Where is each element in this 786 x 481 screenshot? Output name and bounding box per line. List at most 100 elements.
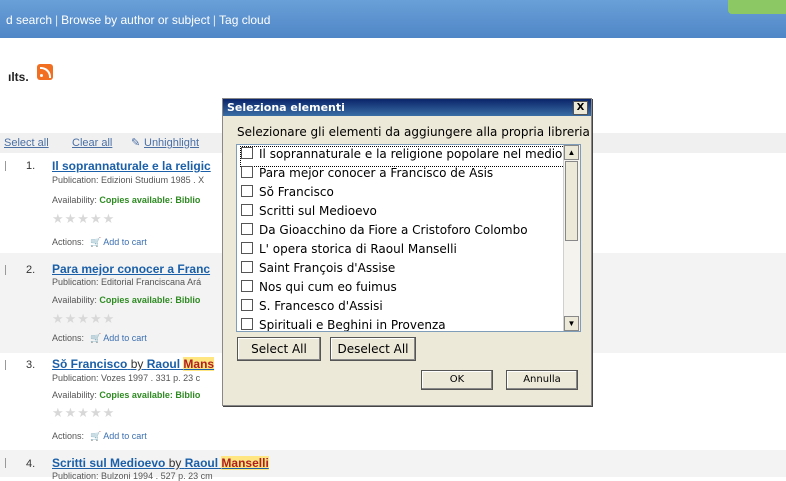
cart-icon: 🛒 bbox=[90, 237, 102, 247]
list-item[interactable]: L' opera storica di Raoul Manselli bbox=[241, 242, 457, 261]
actions-label: Actions: bbox=[52, 333, 85, 343]
highlighter-icon: ✎ bbox=[131, 137, 141, 149]
add-to-cart-link[interactable]: Add to cart bbox=[103, 431, 147, 441]
availability-value: Copies available: Biblio bbox=[99, 390, 201, 400]
header-tab[interactable] bbox=[728, 0, 786, 14]
author-link[interactable]: Raoul bbox=[185, 456, 218, 470]
deselect-all-button[interactable]: Deselect All bbox=[330, 337, 416, 361]
result-checkbox[interactable] bbox=[5, 458, 8, 468]
cart-icon: 🛒 bbox=[90, 333, 102, 343]
list-item[interactable]: Saint François d'Assise bbox=[241, 261, 395, 280]
close-icon[interactable]: X bbox=[573, 101, 588, 115]
scroll-down-arrow-icon[interactable]: ▼ bbox=[564, 316, 579, 331]
result-number: 2. bbox=[26, 264, 36, 276]
list-item-label: Scritti sul Medioevo bbox=[259, 204, 377, 218]
result-checkbox[interactable] bbox=[5, 161, 8, 171]
select-all-button[interactable]: Select All bbox=[237, 337, 321, 361]
author-link[interactable]: Raoul bbox=[147, 357, 180, 371]
by-label: by bbox=[168, 456, 182, 470]
select-items-dialog: Seleziona elementi X Selezionare gli ele… bbox=[222, 98, 592, 406]
add-to-cart-link[interactable]: Add to cart bbox=[103, 333, 147, 343]
result-number: 1. bbox=[26, 160, 36, 172]
result-title: Scritti sul Medioevo by Raoul Manselli bbox=[52, 456, 269, 470]
checkbox[interactable] bbox=[241, 280, 253, 292]
list-item-label: Spirituali e Beghini in Provenza bbox=[259, 318, 446, 332]
author-lastname-link[interactable]: Manselli bbox=[221, 456, 269, 470]
availability-label: Availability: bbox=[52, 295, 97, 305]
scrollbar-thumb[interactable] bbox=[565, 161, 578, 241]
result-item: 4. Scritti sul Medioevo by Raoul Mansell… bbox=[0, 450, 786, 481]
list-item[interactable]: Il soprannaturale e la religione popolar… bbox=[239, 146, 581, 167]
author-lastname-link[interactable]: Mans bbox=[183, 357, 215, 371]
checkbox[interactable] bbox=[241, 299, 253, 311]
cart-icon: 🛒 bbox=[90, 431, 102, 441]
result-actions: Actions: 🛒 Add to cart bbox=[52, 431, 147, 442]
result-publication: Publication: Bulzoni 1994 . 527 p. 23 cm bbox=[52, 471, 213, 481]
by-label: by bbox=[130, 357, 144, 371]
rating-stars-icon[interactable]: ★★★★★ bbox=[52, 311, 115, 327]
result-title: Sŏ Francisco by Raoul Mans bbox=[52, 357, 215, 371]
scroll-up-arrow-icon[interactable]: ▲ bbox=[564, 145, 579, 160]
availability-label: Availability: bbox=[52, 390, 97, 400]
result-title-link[interactable]: Para mejor conocer a Franc bbox=[52, 262, 210, 276]
nav-link-browse[interactable]: Browse by author or subject bbox=[61, 13, 210, 27]
top-navigation-bar: d search | Browse by author or subject | Tag… bbox=[0, 0, 786, 38]
checkbox[interactable] bbox=[241, 204, 253, 216]
rss-feed-icon[interactable] bbox=[37, 64, 53, 80]
list-item-label: S. Francesco d'Assisi bbox=[259, 299, 383, 313]
availability-value: Copies available: Biblio bbox=[99, 295, 201, 305]
result-number: 4. bbox=[26, 458, 36, 470]
result-title-link[interactable]: Scritti sul Medioevo bbox=[52, 456, 165, 470]
list-item[interactable]: Para mejor conocer a Francisco de Asis bbox=[241, 166, 493, 185]
dialog-title: Seleziona elementi bbox=[227, 101, 345, 114]
checkbox[interactable] bbox=[241, 166, 253, 178]
list-item[interactable]: Nos qui cum eo fuimus bbox=[241, 280, 397, 299]
list-item-label: L' opera storica di Raoul Manselli bbox=[259, 242, 457, 256]
availability-label: Availability: bbox=[52, 195, 97, 205]
list-item-label: Il soprannaturale e la religione popolar… bbox=[259, 147, 581, 161]
result-availability: Availability: Copies available: Biblio bbox=[52, 295, 200, 305]
list-item-label: Sŏ Francisco bbox=[259, 185, 334, 199]
result-title-link[interactable]: Sŏ Francisco bbox=[52, 357, 127, 371]
clear-all-link[interactable]: Clear all bbox=[72, 137, 112, 149]
result-availability: Availability: Copies available: Biblio bbox=[52, 390, 200, 400]
dialog-prompt: Selezionare gli elementi da aggiungere a… bbox=[237, 125, 590, 139]
unhighlight-link[interactable]: Unhighlight bbox=[144, 137, 199, 149]
list-item[interactable]: Spirituali e Beghini in Provenza bbox=[241, 318, 446, 332]
checkbox[interactable] bbox=[241, 261, 253, 273]
cancel-button[interactable]: Annulla bbox=[506, 370, 578, 390]
nav-link-advanced-search[interactable]: d search bbox=[6, 13, 52, 27]
result-availability: Availability: Copies available: Biblio bbox=[52, 195, 200, 205]
result-publication: Publication: Edizioni Studium 1985 . X bbox=[52, 175, 205, 185]
results-heading: ılts. bbox=[8, 70, 29, 84]
select-all-link[interactable]: Select all bbox=[4, 137, 49, 149]
list-item-label: Para mejor conocer a Francisco de Asis bbox=[259, 166, 494, 180]
dialog-title-bar[interactable]: Seleziona elementi X bbox=[223, 99, 591, 116]
checkbox[interactable] bbox=[241, 223, 253, 235]
list-item[interactable]: S. Francesco d'Assisi bbox=[241, 299, 383, 318]
rating-stars-icon[interactable]: ★★★★★ bbox=[52, 405, 115, 421]
items-listbox[interactable]: Il soprannaturale e la religione popolar… bbox=[236, 144, 581, 332]
list-item[interactable]: Da Gioacchino da Fiore a Cristoforo Colo… bbox=[241, 223, 528, 242]
checkbox[interactable] bbox=[241, 185, 253, 197]
list-item[interactable]: Scritti sul Medioevo bbox=[241, 204, 377, 223]
list-item-label: Nos qui cum eo fuimus bbox=[259, 280, 397, 294]
result-actions: Actions: 🛒 Add to cart bbox=[52, 333, 147, 344]
result-publication: Publication: Vozes 1997 . 331 p. 23 c bbox=[52, 373, 201, 383]
add-to-cart-link[interactable]: Add to cart bbox=[103, 237, 147, 247]
list-item[interactable]: Sŏ Francisco bbox=[241, 185, 334, 204]
checkbox[interactable] bbox=[241, 147, 253, 159]
list-item-label: Da Gioacchino da Fiore a Cristoforo Colo… bbox=[259, 223, 528, 237]
actions-label: Actions: bbox=[52, 237, 85, 247]
ok-button[interactable]: OK bbox=[421, 370, 493, 390]
result-publication: Publication: Editorial Franciscana Ará bbox=[52, 277, 202, 287]
result-checkbox[interactable] bbox=[5, 360, 8, 370]
rating-stars-icon[interactable]: ★★★★★ bbox=[52, 211, 115, 227]
listbox-scrollbar[interactable]: ▲ ▼ bbox=[563, 145, 580, 331]
nav-link-tag-cloud[interactable]: Tag cloud bbox=[219, 13, 270, 27]
checkbox[interactable] bbox=[241, 318, 253, 330]
result-number: 3. bbox=[26, 359, 36, 371]
checkbox[interactable] bbox=[241, 242, 253, 254]
result-title-link[interactable]: Il soprannaturale e la religic bbox=[52, 159, 211, 173]
result-checkbox[interactable] bbox=[5, 265, 8, 275]
